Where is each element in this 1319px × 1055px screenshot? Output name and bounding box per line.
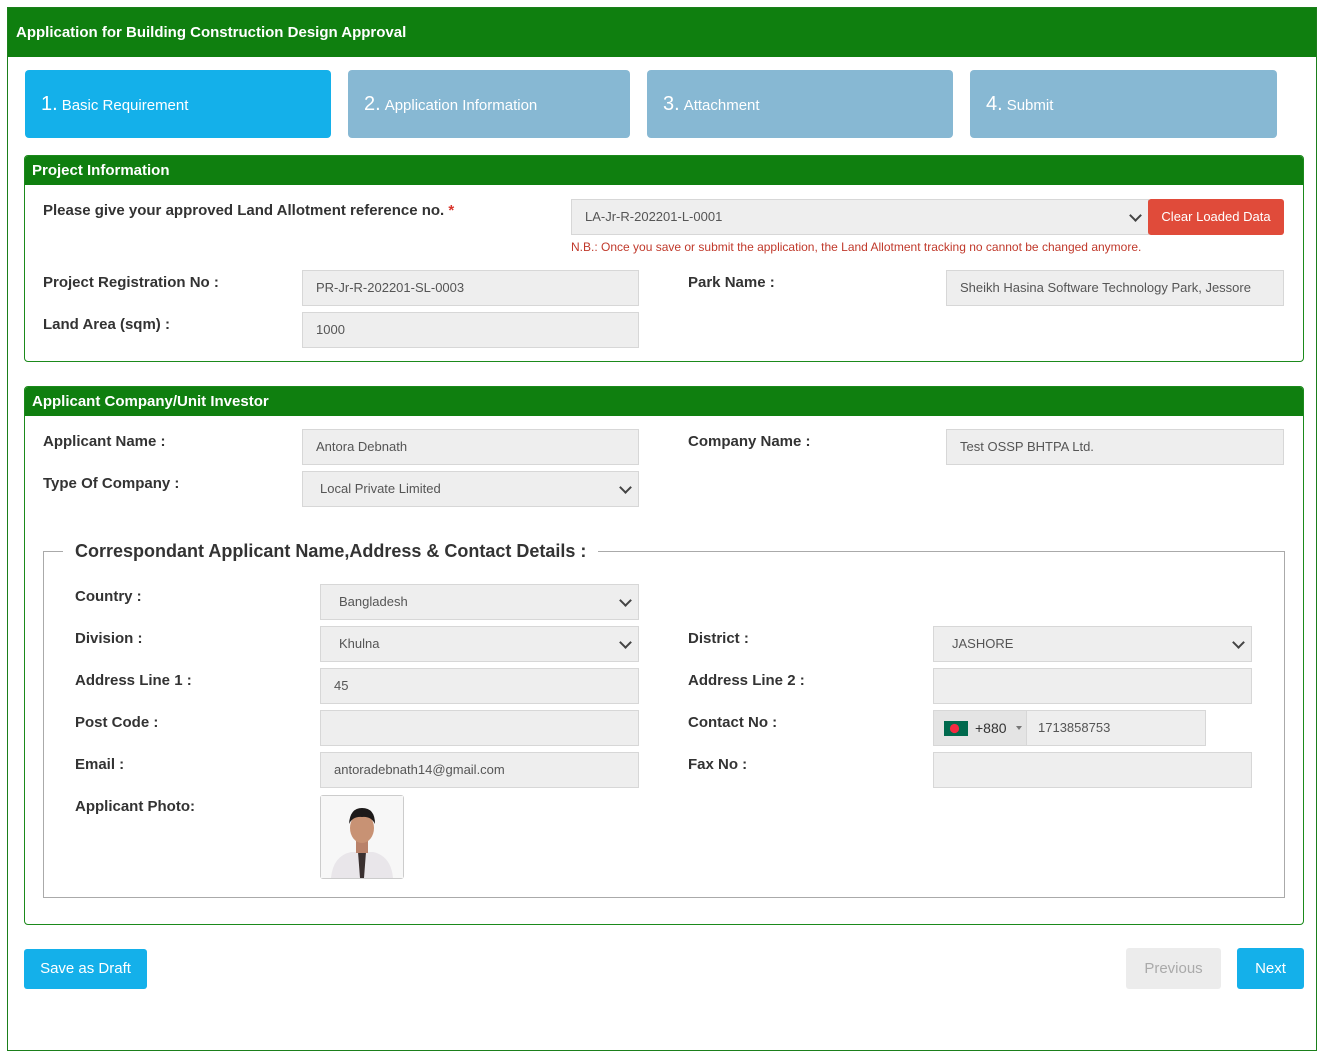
panel-title: Project Information (25, 156, 1303, 185)
company-name-field[interactable]: Test OSSP BHTPA Ltd. (946, 429, 1284, 465)
step-application-information[interactable]: 2. Application Information (348, 70, 630, 138)
land-area-field[interactable]: 1000 (302, 312, 639, 348)
correspondent-legend: Correspondant Applicant Name,Address & C… (75, 541, 587, 561)
applicant-name-field[interactable]: Antora Debnath (302, 429, 639, 465)
company-type-select[interactable]: Local Private Limited (302, 471, 639, 507)
country-code-dropdown[interactable]: +880 (934, 711, 1027, 745)
label-text: Please give your approved Land Allotment… (43, 202, 445, 219)
company-type-label: Type Of Company : (43, 475, 180, 492)
address-line-1-field[interactable]: 45 (320, 668, 639, 704)
applicant-company-panel: Applicant Company/Unit Investor Applican… (24, 386, 1304, 925)
division-label: Division : (75, 630, 143, 647)
step-submit[interactable]: 4. Submit (970, 70, 1277, 138)
step-number: 1. (41, 93, 58, 115)
email-label: Email : (75, 756, 125, 773)
select-value: Local Private Limited (320, 481, 441, 496)
previous-button[interactable]: Previous (1126, 948, 1221, 989)
step-number: 3. (663, 93, 680, 115)
address-line-1-label: Address Line 1 : (75, 672, 192, 689)
save-as-draft-button[interactable]: Save as Draft (24, 949, 147, 989)
contact-no-field[interactable]: +880 1713858753 (933, 710, 1206, 746)
company-name-label: Company Name : (688, 433, 811, 450)
step-basic-requirement[interactable]: 1. Basic Requirement (25, 70, 331, 138)
park-name-field[interactable]: Sheikh Hasina Software Technology Park, … (946, 270, 1284, 306)
project-information-panel: Project Information Please give your app… (24, 155, 1304, 362)
panel-title: Applicant Company/Unit Investor (25, 387, 1303, 416)
fax-no-label: Fax No : (688, 756, 748, 773)
clear-loaded-data-button[interactable]: Clear Loaded Data (1148, 199, 1284, 235)
step-label: Submit (1006, 97, 1054, 114)
fax-no-field[interactable] (933, 752, 1252, 788)
select-value: Khulna (339, 636, 380, 651)
applicant-name-label: Applicant Name : (43, 433, 166, 450)
address-line-2-field[interactable] (933, 668, 1252, 704)
person-photo-icon (321, 796, 403, 878)
address-line-2-label: Address Line 2 : (688, 672, 805, 689)
caret-down-icon (1016, 726, 1022, 730)
project-registration-label: Project Registration No : (43, 274, 219, 291)
post-code-label: Post Code : (75, 714, 159, 731)
district-select[interactable]: JASHORE (933, 626, 1252, 662)
application-form: Application for Building Construction De… (7, 7, 1317, 1051)
country-label: Country : (75, 588, 142, 605)
step-attachment[interactable]: 3. Attachment (647, 70, 953, 138)
required-mark: * (448, 202, 455, 219)
land-area-label: Land Area (sqm) : (43, 316, 170, 333)
step-number: 2. (364, 93, 381, 115)
next-button[interactable]: Next (1237, 948, 1304, 989)
applicant-photo[interactable] (320, 795, 404, 879)
contact-no-label: Contact No : (688, 714, 778, 731)
page-title: Application for Building Construction De… (8, 8, 1316, 57)
park-name-label: Park Name : (688, 274, 775, 291)
land-allotment-label: Please give your approved Land Allotment… (43, 202, 454, 219)
step-label: Application Information (384, 97, 538, 114)
post-code-field[interactable] (320, 710, 639, 746)
land-allotment-note: N.B.: Once you save or submit the applic… (571, 240, 1142, 254)
district-label: District : (688, 630, 749, 647)
dial-code: +880 (975, 720, 1007, 736)
step-number: 4. (986, 93, 1003, 115)
project-registration-field[interactable]: PR-Jr-R-202201-SL-0003 (302, 270, 639, 306)
division-select[interactable]: Khulna (320, 626, 639, 662)
country-select[interactable]: Bangladesh (320, 584, 639, 620)
bangladesh-flag-icon (944, 721, 968, 736)
select-value: Bangladesh (339, 594, 408, 609)
land-allotment-select[interactable]: LA-Jr-R-202201-L-0001 (571, 199, 1149, 235)
email-field[interactable]: antoradebnath14@gmail.com (320, 752, 639, 788)
step-label: Basic Requirement (61, 97, 189, 114)
step-label: Attachment (683, 97, 760, 114)
select-value: JASHORE (952, 636, 1014, 651)
contact-number-value: 1713858753 (1038, 720, 1111, 735)
applicant-photo-label: Applicant Photo: (75, 798, 195, 815)
select-value: LA-Jr-R-202201-L-0001 (585, 209, 723, 224)
